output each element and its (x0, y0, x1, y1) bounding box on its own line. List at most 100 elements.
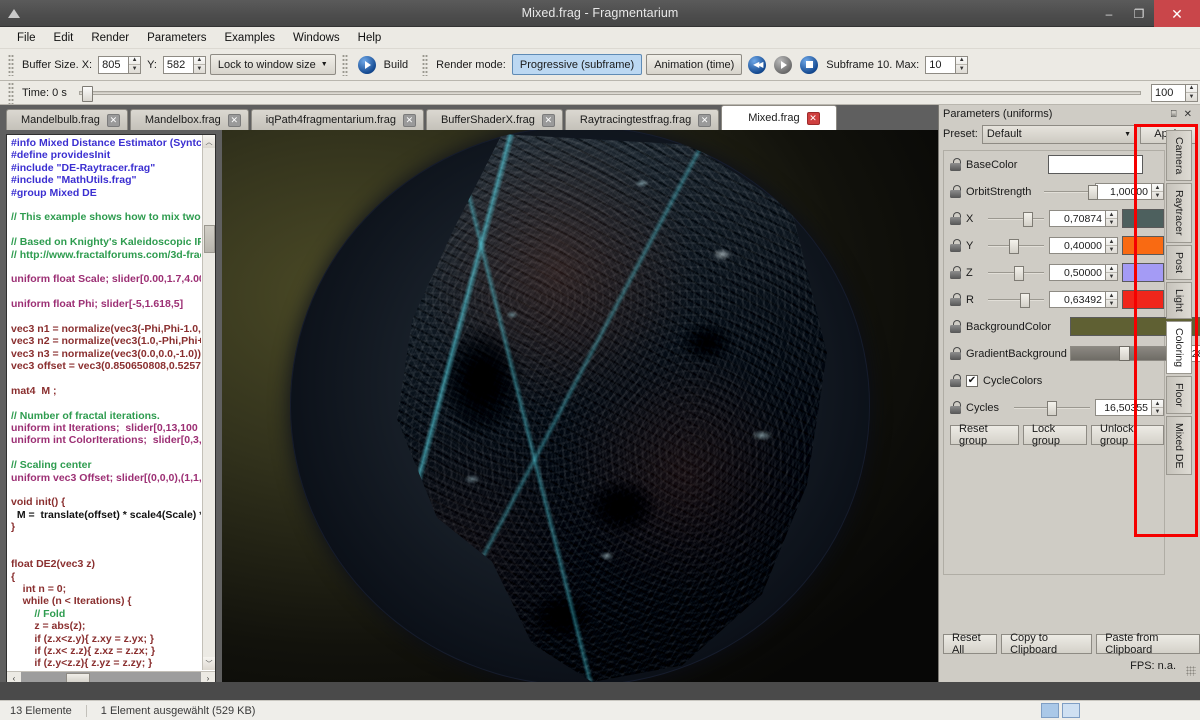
spin-down-icon[interactable]: ▼ (1152, 192, 1163, 199)
menu-examples[interactable]: Examples (216, 30, 285, 46)
preset-dropdown[interactable]: Default ▼ (981, 124, 1136, 144)
slider-knob[interactable] (1013, 265, 1024, 281)
spin-up-icon[interactable]: ▲ (956, 57, 968, 65)
y-slider[interactable] (988, 238, 1044, 254)
slider-knob[interactable] (1020, 292, 1031, 308)
z-spin-buttons[interactable]: ▲ ▼ (1105, 264, 1118, 281)
y-color-swatch[interactable] (1122, 236, 1164, 255)
spin-down-icon[interactable]: ▼ (1106, 219, 1117, 226)
close-button[interactable]: ✕ (1154, 0, 1200, 27)
file-tab-mandelbox[interactable]: Mandelbox.frag ✕ (129, 109, 249, 130)
vertical-scroll-thumb[interactable] (204, 225, 215, 253)
code-editor[interactable]: #info Mixed Distance Estimator (Syntc #de… (6, 134, 216, 686)
subframe-max-input[interactable]: 10 (925, 55, 956, 74)
lock-icon[interactable] (950, 158, 961, 171)
cycles-spin-buttons[interactable]: ▲ ▼ (1151, 399, 1164, 416)
side-tab-mixed-de[interactable]: Mixed DE (1166, 415, 1192, 476)
reset-all-button[interactable]: Reset All (943, 632, 998, 656)
y-value[interactable]: 0,40000 (1049, 237, 1105, 254)
lock-icon[interactable] (950, 401, 961, 414)
tab-close-icon[interactable]: ✕ (806, 111, 820, 125)
spin-up-icon[interactable]: ▲ (193, 57, 205, 65)
side-tab-floor[interactable]: Floor (1166, 375, 1192, 414)
z-color-swatch[interactable] (1122, 263, 1164, 282)
spin-down-icon[interactable]: ▼ (1186, 93, 1197, 101)
build-button[interactable]: Build (352, 55, 418, 74)
cyclecolors-checkbox[interactable]: ✔ (966, 374, 978, 387)
lock-icon[interactable] (950, 239, 961, 252)
time-max-input[interactable]: 100 (1151, 83, 1185, 102)
cycles-slider[interactable] (1014, 400, 1090, 416)
spin-down-icon[interactable]: ▼ (129, 65, 140, 73)
x-value[interactable]: 0,70874 (1049, 210, 1105, 227)
float-panel-icon[interactable]: ⌸ (1171, 109, 1177, 120)
stop-icon[interactable] (800, 55, 819, 74)
menu-edit[interactable]: Edit (45, 30, 83, 46)
close-panel-icon[interactable]: ✕ (1184, 109, 1192, 120)
buffer-x-spin-buttons[interactable]: ▲ ▼ (128, 55, 142, 74)
paste-from-clipboard-button[interactable]: Paste from Clipboard (1096, 632, 1200, 656)
menu-render[interactable]: Render (82, 30, 138, 46)
spin-down-icon[interactable]: ▼ (956, 65, 967, 73)
orbitstrength-slider[interactable] (1044, 184, 1099, 200)
time-slider[interactable] (78, 85, 1141, 102)
spin-up-icon[interactable]: ▲ (1186, 85, 1197, 93)
side-tab-coloring[interactable]: Coloring (1166, 320, 1192, 374)
render-viewport[interactable] (222, 130, 938, 682)
cycles-value[interactable]: 16,50355 (1095, 399, 1151, 416)
r-slider[interactable] (988, 292, 1044, 308)
lock-icon[interactable] (950, 185, 961, 198)
spin-up-icon[interactable]: ▲ (1106, 265, 1117, 273)
gradientbackground-slider[interactable] (1070, 346, 1168, 361)
toolbar-grip[interactable] (8, 53, 14, 76)
tab-close-icon[interactable]: ✕ (402, 113, 416, 127)
spin-down-icon[interactable]: ▼ (1152, 408, 1163, 415)
basecolor-swatch[interactable] (1048, 155, 1143, 174)
file-tab-buffershaderx[interactable]: BufferShaderX.frag ✕ (425, 109, 563, 130)
mode-progressive-button[interactable]: Progressive (subframe) (511, 54, 643, 75)
slider-knob[interactable] (1088, 184, 1099, 200)
file-tab-iqpath4fragmentarium[interactable]: iqPath4fragmentarium.frag ✕ (250, 109, 424, 130)
tab-close-icon[interactable]: ✕ (541, 113, 555, 127)
spin-up-icon[interactable]: ▲ (1106, 211, 1117, 219)
menu-windows[interactable]: Windows (284, 30, 349, 46)
buffer-y-input[interactable]: 582 (162, 55, 193, 74)
spin-down-icon[interactable]: ▼ (1106, 273, 1117, 280)
lock-icon[interactable] (950, 293, 961, 306)
tab-close-icon[interactable]: ✕ (698, 113, 712, 127)
side-tab-light[interactable]: Light (1166, 281, 1192, 319)
time-max-spin-buttons[interactable]: ▲ ▼ (1185, 83, 1198, 102)
lock-to-window-size-dropdown[interactable]: Lock to window size ▼ (209, 54, 336, 75)
x-spin-buttons[interactable]: ▲ ▼ (1105, 210, 1118, 227)
buffer-y-stepper[interactable]: 582 ▲ ▼ (162, 55, 206, 74)
file-tab-mandelbulb[interactable]: Mandelbulb.frag ✕ (6, 109, 128, 130)
buffer-x-input[interactable]: 805 (98, 55, 129, 74)
r-value[interactable]: 0,63492 (1049, 291, 1105, 308)
side-tab-raytracer[interactable]: Raytracer (1166, 183, 1192, 243)
spin-up-icon[interactable]: ▲ (1106, 238, 1117, 246)
menu-parameters[interactable]: Parameters (138, 30, 215, 46)
large-icons-view-icon[interactable] (1062, 702, 1080, 718)
spin-up-icon[interactable]: ▲ (1152, 400, 1163, 408)
lock-icon[interactable] (950, 374, 961, 387)
z-value[interactable]: 0,50000 (1049, 264, 1105, 281)
lock-icon[interactable] (950, 212, 961, 225)
slider-knob[interactable] (1022, 211, 1033, 227)
lock-group-button[interactable]: Lock group (1022, 423, 1088, 447)
spin-down-icon[interactable]: ▼ (1106, 246, 1117, 253)
menu-file[interactable]: File (8, 30, 45, 46)
spin-up-icon[interactable]: ▲ (129, 57, 141, 65)
x-slider[interactable] (988, 211, 1044, 227)
y-spin-buttons[interactable]: ▲ ▼ (1105, 237, 1118, 254)
lock-icon[interactable] (950, 266, 961, 279)
r-color-swatch[interactable] (1122, 290, 1164, 309)
tab-close-icon[interactable]: ✕ (106, 113, 120, 127)
slider-knob[interactable] (1009, 238, 1020, 254)
time-toolbar-grip[interactable] (8, 81, 14, 104)
subframe-max-stepper[interactable]: 10 ▲ ▼ (925, 55, 969, 74)
slider-knob[interactable] (1119, 346, 1130, 361)
minimize-button[interactable]: – (1094, 0, 1124, 27)
code-text[interactable]: #info Mixed Distance Estimator (Syntc #de… (11, 137, 201, 669)
spin-up-icon[interactable]: ▲ (1152, 184, 1163, 192)
unlock-group-button[interactable]: Unlock group (1091, 423, 1164, 447)
